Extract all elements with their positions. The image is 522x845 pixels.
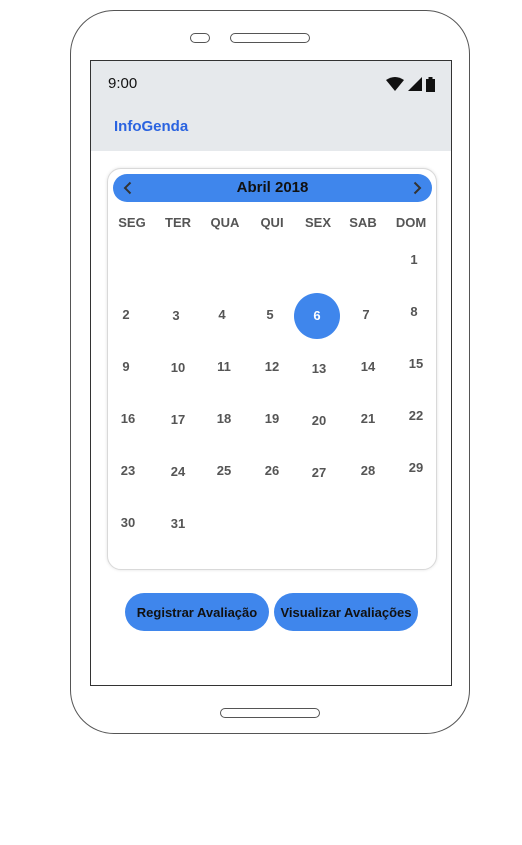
weekday-mon: SEG — [118, 215, 146, 230]
status-icons — [386, 76, 435, 92]
view-evaluations-button[interactable]: Visualizar Avaliações — [274, 593, 418, 631]
earpiece-speaker — [230, 33, 310, 43]
app-title: InfoGenda — [114, 118, 189, 135]
weekday-wed: QUA — [210, 215, 240, 230]
selected-day-label: 6 — [313, 308, 321, 323]
calendar-day[interactable]: 20 — [304, 413, 334, 428]
weekday-fri: SEX — [304, 215, 331, 230]
weekday-sat: SAB — [349, 215, 377, 230]
calendar-month-header: Abril 2018 — [113, 174, 432, 202]
calendar-day[interactable]: 28 — [353, 463, 383, 478]
calendar-month-label: Abril 2018 — [236, 179, 309, 196]
calendar-day[interactable]: 18 — [209, 411, 239, 426]
calendar-day[interactable]: 3 — [161, 308, 191, 323]
calendar-day[interactable]: 29 — [401, 460, 431, 475]
calendar-day[interactable]: 1 — [399, 252, 429, 267]
wifi-icon — [386, 77, 404, 91]
calendar-day[interactable]: 31 — [163, 516, 193, 531]
front-camera — [190, 33, 210, 43]
calendar-day[interactable]: 11 — [209, 359, 239, 374]
calendar-day[interactable]: 19 — [257, 411, 287, 426]
calendar-day[interactable]: 22 — [401, 408, 431, 423]
calendar-day[interactable]: 7 — [351, 307, 381, 322]
calendar-day[interactable]: 15 — [401, 356, 431, 371]
calendar-day[interactable]: 14 — [353, 359, 383, 374]
home-indicator[interactable] — [220, 708, 320, 718]
status-time: 9:00 — [108, 75, 138, 92]
calendar-day[interactable]: 16 — [113, 411, 143, 426]
weekday-thu: QUI — [260, 215, 284, 230]
weekday-tue: TER — [165, 215, 191, 230]
calendar-day[interactable]: 26 — [257, 463, 287, 478]
battery-icon — [426, 76, 435, 92]
calendar-day[interactable]: 5 — [255, 307, 285, 322]
next-month-chevron-icon[interactable] — [409, 180, 425, 196]
cellular-signal-icon — [408, 77, 422, 91]
calendar-day[interactable]: 23 — [113, 463, 143, 478]
calendar-day[interactable]: 9 — [111, 359, 141, 374]
weekday-sun: DOM — [395, 215, 427, 230]
calendar-day[interactable]: 4 — [207, 307, 237, 322]
calendar-day-selected[interactable]: 6 — [294, 293, 340, 339]
calendar-day[interactable]: 13 — [304, 361, 334, 376]
calendar-day[interactable]: 2 — [111, 307, 141, 322]
calendar-day[interactable]: 27 — [304, 465, 334, 480]
calendar-day[interactable]: 25 — [209, 463, 239, 478]
calendar-day[interactable]: 24 — [163, 464, 193, 479]
register-evaluation-button[interactable]: Registrar Avaliação — [125, 593, 269, 631]
calendar-day[interactable]: 17 — [163, 412, 193, 427]
calendar-day[interactable]: 8 — [399, 304, 429, 319]
app-header: 9:00 InfoGenda — [91, 61, 451, 151]
calendar-day[interactable]: 30 — [113, 515, 143, 530]
calendar-day[interactable]: 21 — [353, 411, 383, 426]
calendar-day[interactable]: 12 — [257, 359, 287, 374]
calendar-day[interactable]: 10 — [163, 360, 193, 375]
